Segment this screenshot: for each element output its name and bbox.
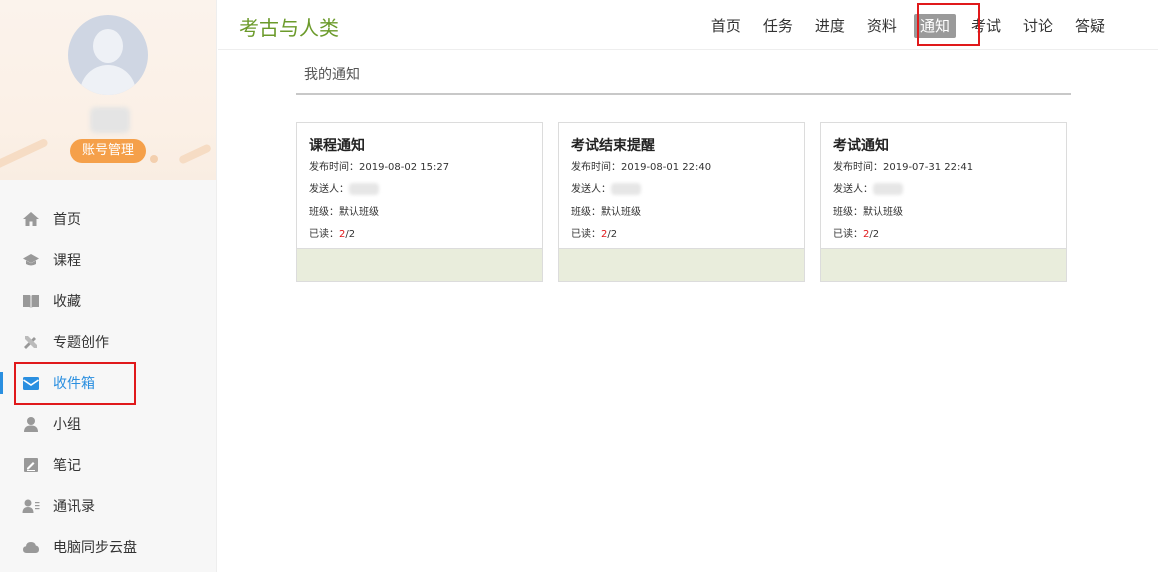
sidebar-item-label: 电脑同步云盘: [53, 539, 137, 556]
decoration: [177, 143, 213, 165]
publish-time-row: 发布时间：2019-08-02 15:27: [309, 162, 450, 173]
course-nav: 首页 任务 进度 资料 通知 考试 讨论 答疑: [698, 14, 1114, 38]
sidebar-item-label: 收藏: [53, 293, 81, 310]
notice-card[interactable]: 考试结束提醒 发布时间：2019-08-01 22:40 发送人： 班级：默认班…: [558, 122, 805, 282]
sidebar-item-cloud-disk[interactable]: 电脑同步云盘: [0, 526, 216, 567]
class-row: 班级：默认班级: [309, 207, 379, 218]
notice-title: 课程通知: [309, 138, 365, 154]
sender-redacted: [349, 183, 379, 195]
notice-title: 考试通知: [833, 138, 889, 154]
sidebar-item-label: 首页: [53, 211, 81, 228]
read-row: 已读：2/2: [571, 229, 618, 240]
tools-icon: [22, 333, 40, 351]
section-divider: [296, 93, 1071, 95]
avatar-head-shape: [93, 29, 123, 63]
card-footer: [559, 248, 804, 281]
class-row: 班级：默认班级: [833, 207, 903, 218]
sender-row: 发送人：: [571, 180, 641, 195]
class-name: 默认班级: [339, 207, 379, 218]
publish-time: 2019-08-01 22:40: [621, 162, 712, 173]
sidebar-item-group[interactable]: 小组: [0, 403, 216, 444]
tab-discussion[interactable]: 讨论: [1014, 14, 1062, 38]
sidebar: 账号管理 首页 课程 收藏 专题创作 收件箱 小组 笔记 通讯录 电脑同步云盘: [0, 0, 217, 572]
card-footer: [297, 248, 542, 281]
class-row: 班级：默认班级: [571, 207, 641, 218]
note-icon: [22, 456, 40, 474]
publish-time: 2019-07-31 22:41: [883, 162, 974, 173]
class-name: 默认班级: [601, 207, 641, 218]
read-total: /2: [607, 229, 618, 240]
avatar-body-shape: [80, 65, 136, 95]
account-manage-button[interactable]: 账号管理: [70, 139, 146, 163]
person-icon: [22, 415, 40, 433]
publish-time-row: 发布时间：2019-08-01 22:40: [571, 162, 712, 173]
sidebar-item-label: 笔记: [53, 457, 81, 474]
tab-exams[interactable]: 考试: [962, 14, 1010, 38]
sidebar-item-favorites[interactable]: 收藏: [0, 280, 216, 321]
sidebar-item-label: 通讯录: [53, 498, 95, 515]
sidebar-item-topic-creation[interactable]: 专题创作: [0, 321, 216, 362]
avatar[interactable]: [68, 15, 148, 95]
cloud-icon: [22, 538, 40, 556]
notice-title: 考试结束提醒: [571, 138, 655, 154]
top-bar: 考古与人类 首页 任务 进度 资料 通知 考试 讨论 答疑: [218, 0, 1158, 50]
home-icon: [22, 210, 40, 228]
sidebar-item-contacts[interactable]: 通讯录: [0, 485, 216, 526]
read-row: 已读：2/2: [309, 229, 356, 240]
inbox-icon: [22, 374, 40, 392]
sender-row: 发送人：: [309, 180, 379, 195]
tab-notices[interactable]: 通知: [913, 14, 956, 38]
publish-time: 2019-08-02 15:27: [359, 162, 450, 173]
tab-materials[interactable]: 资料: [858, 14, 906, 38]
graduation-cap-icon: [22, 251, 40, 269]
sidebar-nav: 首页 课程 收藏 专题创作 收件箱 小组 笔记 通讯录 电脑同步云盘: [0, 198, 216, 567]
tab-progress[interactable]: 进度: [806, 14, 854, 38]
sender-redacted: [873, 183, 903, 195]
sidebar-item-course[interactable]: 课程: [0, 239, 216, 280]
read-total: /2: [345, 229, 356, 240]
username-redacted: [90, 107, 130, 133]
notice-card[interactable]: 考试通知 发布时间：2019-07-31 22:41 发送人： 班级：默认班级 …: [820, 122, 1067, 282]
tab-home[interactable]: 首页: [702, 14, 750, 38]
notice-card[interactable]: 课程通知 发布时间：2019-08-02 15:27 发送人： 班级：默认班级 …: [296, 122, 543, 282]
sidebar-item-label: 小组: [53, 416, 81, 433]
sidebar-item-label: 收件箱: [53, 375, 95, 392]
class-name: 默认班级: [863, 207, 903, 218]
book-icon: [22, 292, 40, 310]
sender-row: 发送人：: [833, 180, 903, 195]
profile-panel: 账号管理: [0, 0, 216, 180]
sidebar-item-label: 课程: [53, 252, 81, 269]
decoration: [0, 137, 49, 171]
sidebar-item-label: 专题创作: [53, 334, 109, 351]
sender-redacted: [611, 183, 641, 195]
read-total: /2: [869, 229, 880, 240]
read-row: 已读：2/2: [833, 229, 880, 240]
tab-tasks[interactable]: 任务: [754, 14, 802, 38]
tab-qa[interactable]: 答疑: [1066, 14, 1114, 38]
sidebar-item-notes[interactable]: 笔记: [0, 444, 216, 485]
publish-time-row: 发布时间：2019-07-31 22:41: [833, 162, 974, 173]
card-footer: [821, 248, 1066, 281]
sidebar-item-inbox[interactable]: 收件箱: [0, 362, 216, 403]
decoration: [150, 155, 158, 163]
contacts-icon: [22, 497, 40, 515]
sidebar-item-home[interactable]: 首页: [0, 198, 216, 239]
course-title: 考古与人类: [239, 16, 339, 40]
section-title: 我的通知: [304, 67, 360, 83]
